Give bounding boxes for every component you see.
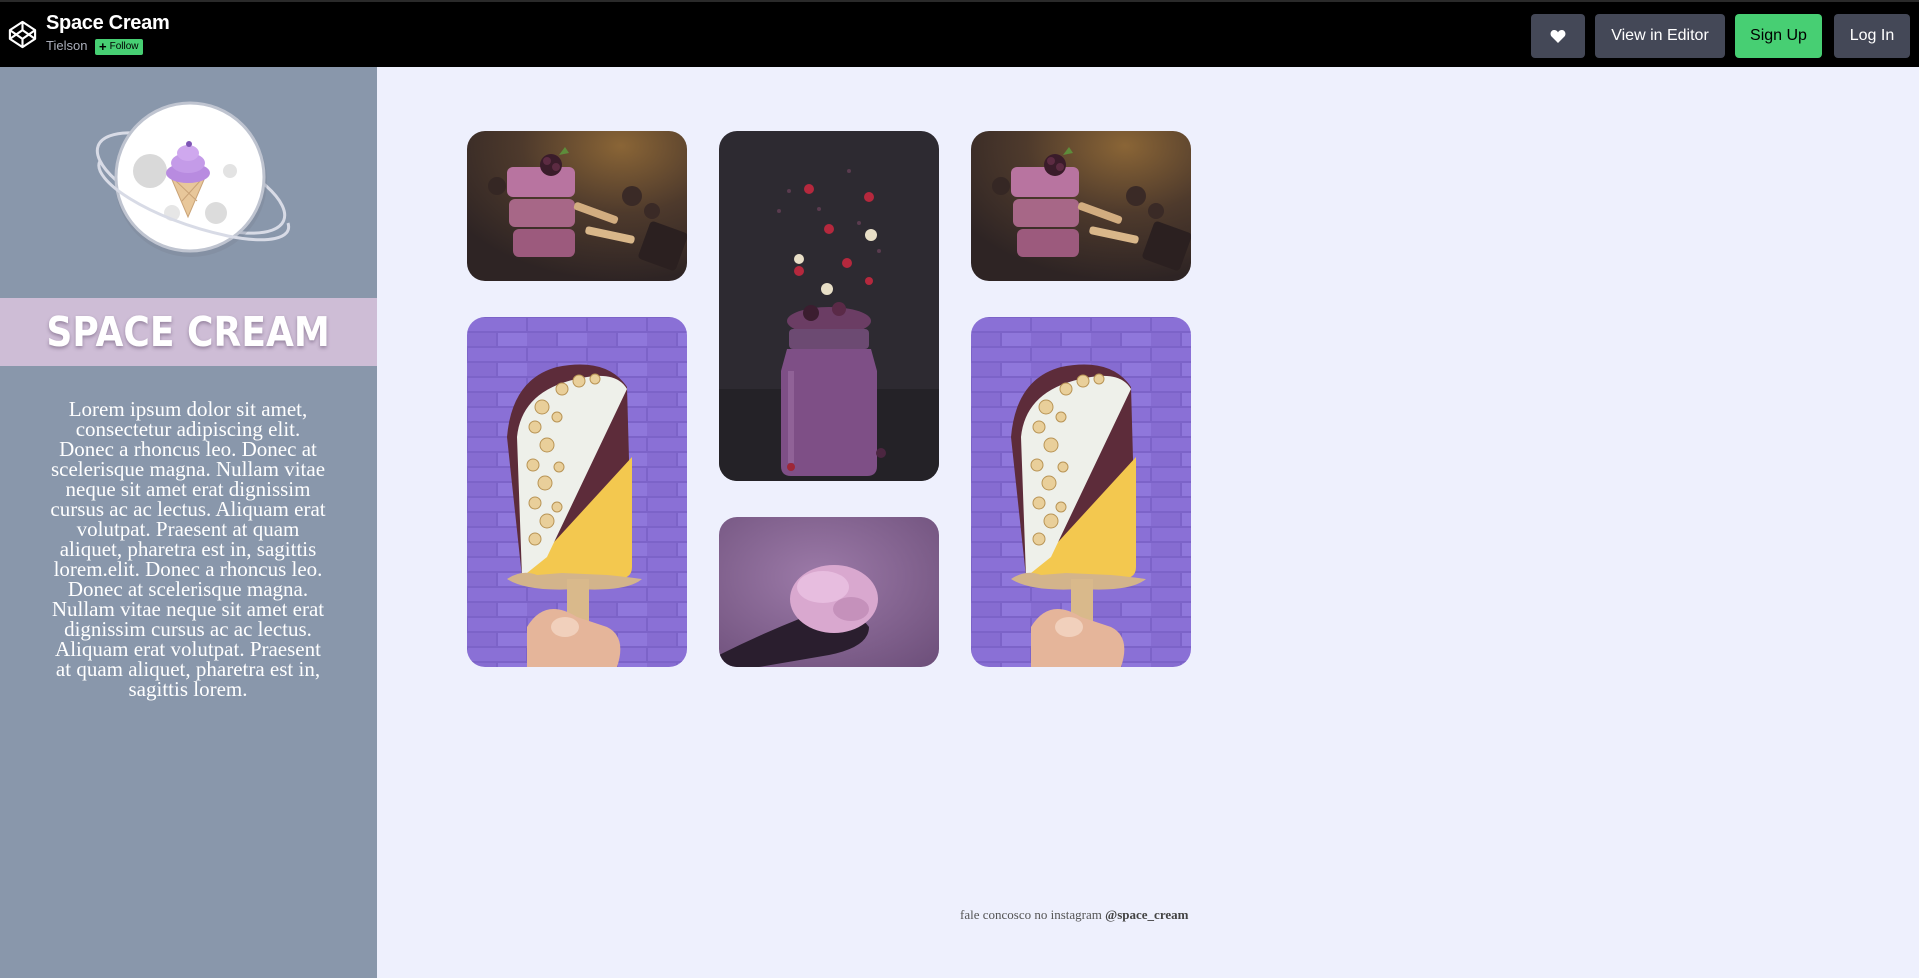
instagram-handle-link[interactable]: @space_cream	[1105, 907, 1188, 922]
heart-icon	[1550, 29, 1566, 43]
planet-ice-cream-logo	[95, 101, 291, 257]
gallery-image-popsicle-nuts	[467, 317, 687, 667]
follow-button[interactable]: + Follow	[95, 39, 143, 55]
heart-button[interactable]	[1531, 14, 1585, 58]
gallery-image-smoothie-jar	[719, 131, 939, 481]
title-band: SPACE CREAM	[0, 298, 377, 366]
codepen-header: Space Cream Tielson + Follow View in Edi…	[0, 0, 1919, 67]
gallery-image-popsicle-nuts-2	[971, 317, 1191, 667]
follow-label: Follow	[109, 41, 139, 52]
sign-up-button[interactable]: Sign Up	[1735, 14, 1822, 58]
footer-text: fale concosco no instagram	[960, 907, 1102, 922]
view-in-editor-button[interactable]: View in Editor	[1595, 14, 1725, 58]
pen-title: Space Cream	[46, 12, 170, 34]
pen-preview: SPACE CREAM Lorem ipsum dolor sit amet, …	[0, 67, 1919, 978]
codepen-logo-icon[interactable]	[7, 19, 38, 50]
sidebar: SPACE CREAM Lorem ipsum dolor sit amet, …	[0, 67, 377, 978]
gallery-image-popsicle-berry-2	[971, 131, 1191, 281]
page-title: SPACE CREAM	[46, 308, 331, 356]
plus-icon: +	[99, 39, 107, 54]
footer-note: fale concosco no instagram @space_cream	[960, 907, 1188, 923]
description-text: Lorem ipsum dolor sit amet, consectetur …	[50, 397, 326, 701]
log-in-button[interactable]: Log In	[1834, 14, 1910, 58]
gallery-image-popsicle-berry	[467, 131, 687, 281]
gallery-image-ice-cream-scoop	[719, 517, 939, 667]
author-link[interactable]: Tielson	[46, 38, 87, 53]
